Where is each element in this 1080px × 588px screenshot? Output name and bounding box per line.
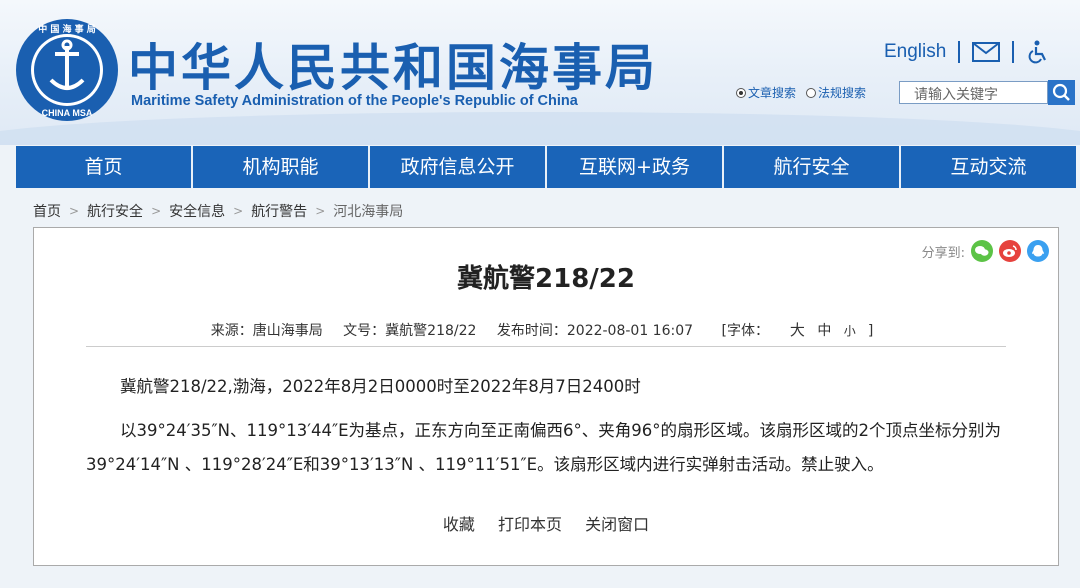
font-size-medium[interactable]: 中 — [817, 323, 831, 339]
breadcrumb-item[interactable]: 航行警告 — [251, 201, 307, 221]
nav-item-interaction[interactable]: 互动交流 — [901, 146, 1076, 188]
font-label: [字体： — [721, 323, 769, 339]
accessibility-icon[interactable] — [1026, 40, 1048, 64]
top-links: English — [884, 40, 1048, 64]
article-publish-time: 发布时间：2022-08-01 16:07 — [496, 323, 694, 339]
nav-item-functions[interactable]: 机构职能 — [193, 146, 370, 188]
favorite-button[interactable]: 收藏 — [443, 515, 475, 534]
svg-text:CHINA MSA: CHINA MSA — [42, 108, 93, 118]
article-panel: 分享到: 冀航警218/22 来源：唐山海事局 文号：冀航警218/22 发布时… — [33, 227, 1059, 566]
font-size-control: [字体： 大 中 小] — [714, 321, 882, 339]
search-type-selector: 文章搜索 法规搜索 — [736, 84, 866, 101]
site-title-en: Maritime Safety Administration of the Pe… — [131, 93, 578, 109]
site-title-cn: 中华人民共和国海事局 — [128, 39, 658, 97]
nav-item-gov-info[interactable]: 政府信息公开 — [370, 146, 547, 188]
radio-label: 文章搜索 — [748, 86, 797, 100]
article-body: 冀航警218/22,渤海，2022年8月2日0000时至2022年8月7日240… — [86, 370, 1021, 492]
divider — [86, 346, 1006, 347]
english-link[interactable]: English — [884, 41, 946, 63]
font-size-small[interactable]: 小 — [844, 324, 856, 338]
article-actions: 收藏 打印本页 关闭窗口 — [34, 511, 1058, 535]
site-header: 中 国 海 事 局 CHINA MSA 中华人民共和国海事局 Maritime … — [0, 0, 1080, 145]
radio-dot[interactable] — [806, 87, 817, 98]
article-title: 冀航警218/22 — [457, 264, 635, 294]
font-size-large[interactable]: 大 — [790, 321, 805, 339]
breadcrumb: 首页 > 航行安全 > 安全信息 > 航行警告 > 河北海事局 — [33, 201, 403, 221]
print-button[interactable]: 打印本页 — [498, 515, 562, 534]
divider — [958, 41, 961, 63]
svg-text:中 国 海 事 局: 中 国 海 事 局 — [38, 23, 96, 35]
article-doc-number: 文号：冀航警218/22 — [343, 323, 477, 339]
search-input[interactable]: 请输入关键字 — [899, 81, 1048, 104]
nav-item-internet-gov[interactable]: 互联网+政务 — [547, 146, 724, 188]
breadcrumb-current[interactable]: 河北海事局 — [333, 201, 403, 221]
radio-law-search[interactable]: 法规搜索 — [806, 84, 866, 101]
msa-logo-icon[interactable]: 中 国 海 事 局 CHINA MSA — [15, 18, 119, 122]
nav-item-navigation-safety[interactable]: 航行安全 — [724, 146, 901, 188]
search-icon — [1052, 83, 1070, 101]
breadcrumb-item[interactable]: 航行安全 — [87, 201, 143, 221]
main-nav: 首页 机构职能 政府信息公开 互联网+政务 航行安全 互动交流 — [16, 146, 1076, 188]
search-button[interactable] — [1048, 80, 1075, 105]
close-window-button[interactable]: 关闭窗口 — [585, 515, 649, 534]
radio-article-search[interactable]: 文章搜索 — [736, 84, 796, 101]
radio-label: 法规搜索 — [818, 86, 867, 100]
breadcrumb-item[interactable]: 首页 — [33, 201, 61, 221]
radio-dot[interactable] — [736, 87, 746, 98]
article-paragraph: 冀航警218/22,渤海，2022年8月2日0000时至2022年8月7日240… — [120, 377, 641, 396]
mail-icon[interactable] — [972, 42, 1001, 62]
chevron-right-icon: > — [233, 204, 244, 218]
chevron-right-icon: > — [151, 204, 162, 218]
breadcrumb-item[interactable]: 安全信息 — [169, 201, 225, 221]
article-meta: 来源：唐山海事局 文号：冀航警218/22 发布时间：2022-08-01 16… — [34, 319, 1058, 340]
nav-item-home[interactable]: 首页 — [16, 146, 193, 188]
chevron-right-icon: > — [69, 204, 80, 218]
font-label-close: ] — [867, 323, 874, 339]
article-source: 来源：唐山海事局 — [210, 323, 323, 339]
divider — [1012, 41, 1015, 63]
article-paragraph: 以39°24′35″N、119°13′44″E为基点，正东方向至正南偏西6°、夹… — [86, 421, 1002, 474]
chevron-right-icon: > — [315, 204, 326, 218]
